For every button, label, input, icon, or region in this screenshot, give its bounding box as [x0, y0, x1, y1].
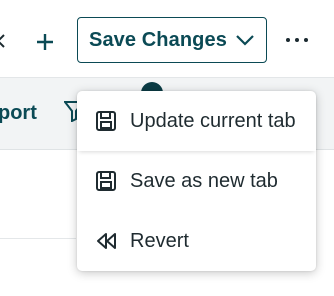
save-changes-label: Save Changes	[89, 28, 227, 51]
more-options-icon[interactable]	[286, 30, 308, 50]
add-tab-button[interactable]	[34, 31, 56, 53]
chevron-down-icon	[236, 35, 254, 46]
menu-item-label: Save as new tab	[130, 169, 278, 192]
plus-icon	[37, 34, 53, 50]
menu-item-revert[interactable]: Revert	[77, 211, 316, 271]
menu-item-update-current-tab[interactable]: Update current tab	[77, 91, 316, 151]
top-toolbar: Save Changes	[0, 0, 334, 78]
rewind-icon	[97, 233, 116, 249]
menu-item-save-as-new-tab[interactable]: Save as new tab	[77, 151, 316, 211]
save-changes-menu: Update current tab Save as new tab Rever…	[77, 91, 316, 271]
menu-item-label: Update current tab	[130, 109, 296, 132]
export-button[interactable]: port	[0, 102, 37, 125]
save-icon	[96, 111, 116, 131]
page: Save Changes port Update current tab Sav…	[0, 0, 334, 296]
divider	[0, 238, 76, 239]
chevron-left-icon[interactable]	[0, 34, 6, 48]
save-changes-button[interactable]: Save Changes	[77, 17, 267, 63]
save-icon	[96, 171, 116, 191]
menu-item-label: Revert	[130, 229, 189, 252]
